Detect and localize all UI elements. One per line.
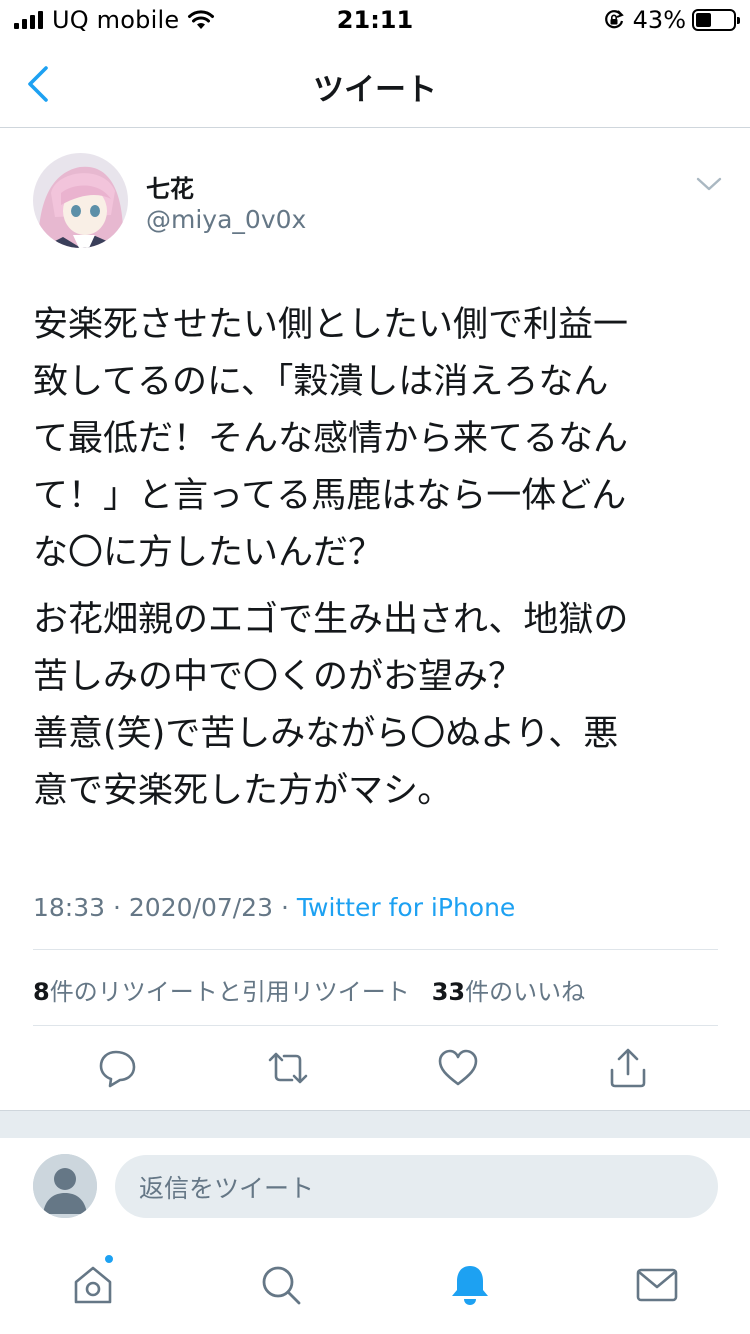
tweet-time: 18:33	[33, 893, 106, 922]
user-handle[interactable]: @miya_0v0x	[146, 205, 306, 234]
tweet-body: 安楽死させたい側としたい側で利益一 致してるのに、「穀潰しは消えろなん て最低だ…	[33, 297, 723, 820]
tweet-action-bar	[0, 1046, 750, 1092]
retweet-icon	[268, 1052, 308, 1084]
tab-messages[interactable]	[634, 1262, 680, 1308]
reply-placeholder: 返信をツイート	[139, 1173, 315, 1203]
messages-icon	[636, 1268, 678, 1302]
page-title: ツイート	[313, 72, 437, 108]
navigation-bar: ツイート	[0, 40, 750, 128]
like-count-label: 件のいいね	[465, 978, 586, 1006]
share-icon	[610, 1048, 646, 1088]
retweets-stat[interactable]: 8件のリツイートと引用リツイート	[33, 972, 410, 1007]
tweet-date: 2020/07/23	[128, 893, 273, 922]
rotation-lock-icon	[604, 10, 624, 29]
status-bar-right: 43%	[603, 6, 740, 34]
reply-button[interactable]	[96, 1046, 140, 1090]
home-icon	[74, 1266, 112, 1304]
section-separator	[0, 1110, 750, 1138]
display-name[interactable]: 七花	[146, 169, 194, 204]
like-icon	[438, 1049, 478, 1086]
reply-icon	[99, 1050, 136, 1088]
status-bar: UQ mobile 21:11 43%	[0, 0, 750, 40]
tweet-meta: 18:33 · 2020/07/23 · Twitter for iPhone	[33, 893, 515, 922]
tweet-paragraph: お花畑親のエゴで生み出され、地獄の 苦しみの中で〇くのがお望み？ 善意(笑)で苦…	[33, 600, 629, 811]
meta-separator: ·	[280, 893, 289, 922]
tweet-source-link[interactable]: Twitter for iPhone	[297, 893, 515, 922]
battery-percent: 43%	[632, 6, 686, 34]
meta-separator: ·	[113, 893, 121, 922]
tweet-detail-screen: UQ mobile 21:11 43% ツイート 七花 @miya_0v0x 安…	[0, 0, 750, 1334]
tweet-stats: 8件のリツイートと引用リツイート 33件のいいね	[33, 972, 585, 1007]
new-content-dot	[103, 1253, 115, 1265]
like-button[interactable]	[436, 1046, 480, 1090]
retweet-button[interactable]	[266, 1046, 310, 1090]
tab-home[interactable]	[70, 1262, 116, 1308]
likes-stat[interactable]: 33件のいいね	[432, 972, 585, 1007]
like-count: 33	[431, 978, 466, 1006]
battery-icon	[692, 9, 740, 31]
retweet-count-label: 件のリツイートと引用リツイート	[49, 978, 410, 1006]
my-avatar[interactable]	[33, 1154, 97, 1218]
notifications-icon	[452, 1266, 488, 1305]
author-avatar[interactable]	[33, 153, 128, 248]
retweet-count: 8	[33, 978, 50, 1006]
reply-input[interactable]: 返信をツイート	[115, 1155, 718, 1218]
tab-search[interactable]	[258, 1262, 304, 1308]
search-icon	[262, 1266, 301, 1305]
divider	[33, 949, 718, 950]
battery-fill	[696, 13, 711, 27]
share-button[interactable]	[606, 1046, 650, 1090]
chevron-down-icon[interactable]	[695, 172, 723, 196]
tab-notifications[interactable]	[447, 1262, 493, 1308]
tab-bar	[0, 1240, 750, 1334]
divider	[33, 1025, 718, 1026]
tweet-paragraph: 安楽死させたい側としたい側で利益一 致してるのに、「穀潰しは消えろなん て最低だ…	[33, 305, 629, 573]
